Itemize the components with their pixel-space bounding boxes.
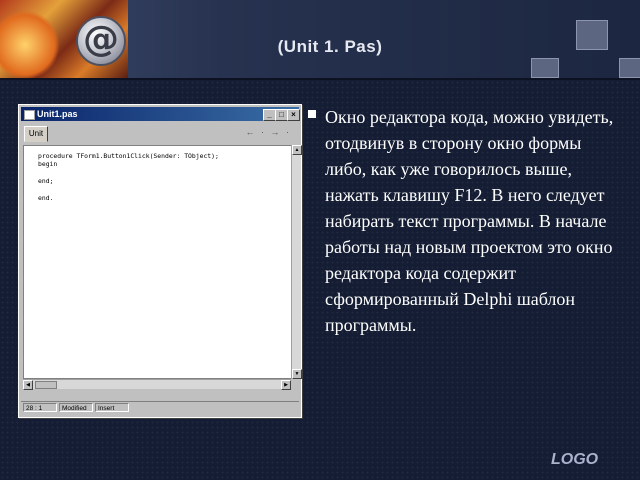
scroll-down-icon[interactable]: ▼ (292, 369, 302, 379)
code-text[interactable]: procedure TForm1.Button1Click(Sender: TO… (38, 152, 219, 202)
scroll-right-icon[interactable]: ▶ (281, 380, 291, 390)
slide-title: (Unit 1. Pas) (277, 37, 383, 56)
nav-arrows-icon[interactable]: ← · → · (246, 127, 292, 137)
code-editor-window[interactable]: Unit1.pas _ □ × Unit ← · → · procedure T… (18, 104, 302, 418)
window-titlebar[interactable]: Unit1.pas _ □ × (21, 107, 300, 121)
logo: LOGO (551, 451, 599, 468)
status-bar: 28 : 1 Modified Insert (21, 401, 299, 414)
deco-square-icon (531, 58, 559, 78)
scroll-left-icon[interactable]: ◀ (23, 380, 33, 390)
scroll-thumb[interactable] (35, 381, 57, 389)
tab-bar: Unit ← · → · (21, 123, 299, 143)
deco-square-icon (619, 58, 640, 78)
vertical-scrollbar[interactable]: ▲ ▼ (291, 145, 302, 379)
header-band: @ (Unit 1. Pas) (0, 0, 640, 80)
horizontal-scrollbar[interactable]: ◀ ▶ (23, 379, 291, 390)
at-sign-icon: @ (76, 16, 126, 66)
deco-square-icon (576, 20, 608, 50)
body-text: Окно редактора кода, можно увидеть, отод… (325, 107, 614, 335)
close-button[interactable]: × (287, 109, 300, 121)
bullet-icon (308, 110, 316, 118)
sun-graphic (0, 10, 60, 78)
document-icon (24, 110, 35, 120)
insert-mode-status: Insert (95, 403, 129, 412)
window-title: Unit1.pas (37, 109, 78, 119)
scroll-up-icon[interactable]: ▲ (292, 145, 302, 155)
modified-status: Modified (59, 403, 93, 412)
code-editor[interactable]: procedure TForm1.Button1Click(Sender: TO… (23, 145, 293, 379)
tab-unit[interactable]: Unit (24, 126, 48, 142)
cursor-position: 28 : 1 (23, 403, 57, 412)
slide-body: Окно редактора кода, можно увидеть, отод… (308, 104, 615, 338)
